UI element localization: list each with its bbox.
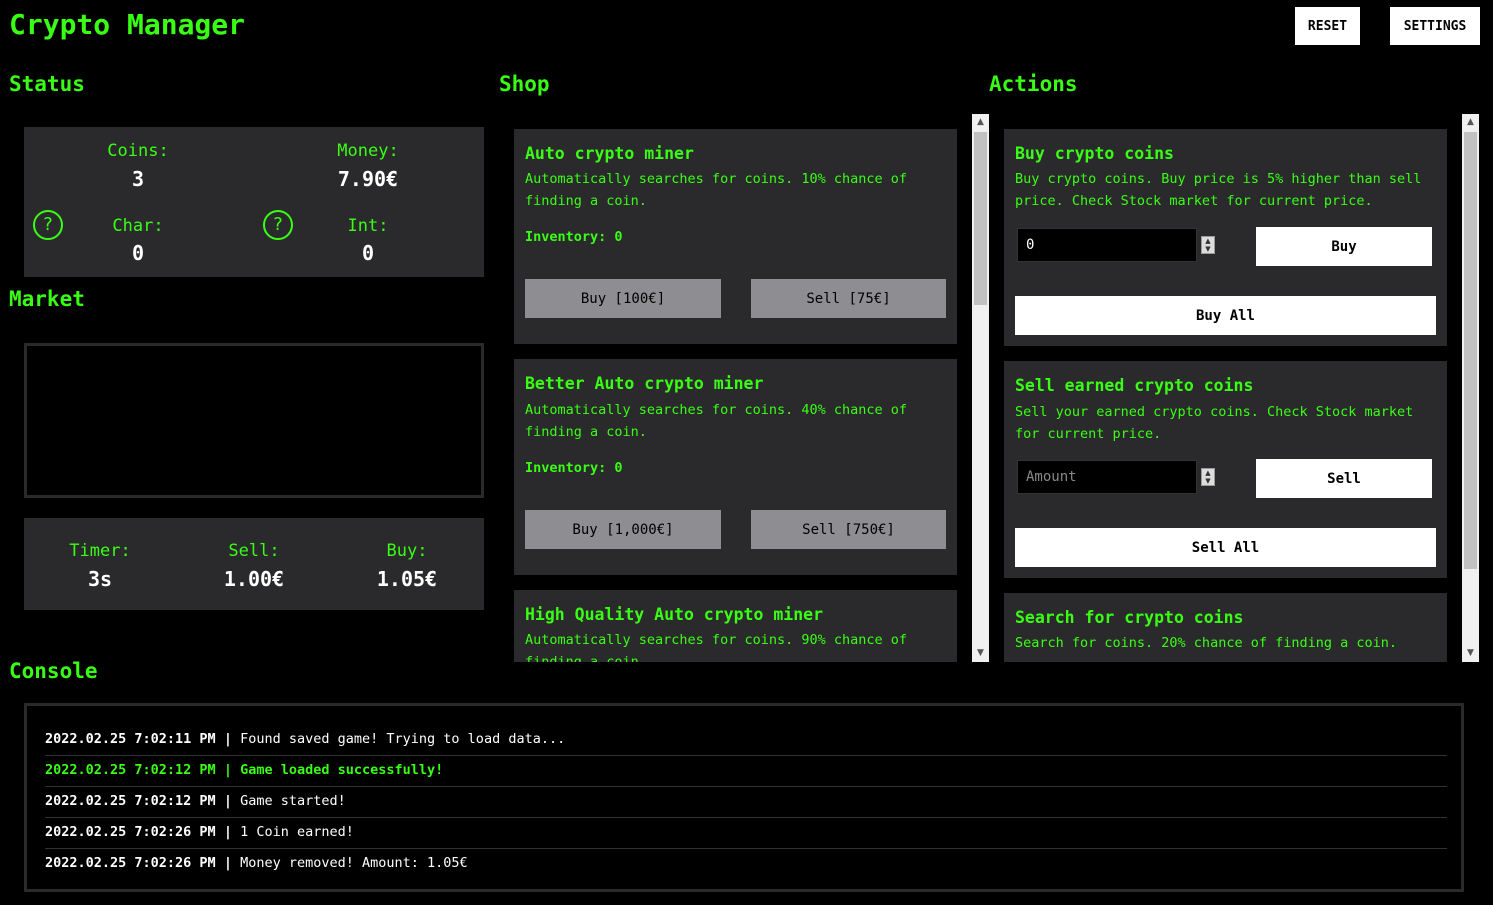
buy-button[interactable]: Buy [1256,227,1432,266]
money-value: 7.90€ [337,167,399,191]
coins-label: Coins: [107,141,169,161]
shop-item-better-miner: Better Auto crypto miner Automatically s… [514,359,957,575]
reset-button[interactable]: RESET [1295,7,1360,45]
console-log: 2022.02.25 7:02:11 PM | Found saved game… [24,703,1464,892]
shop-sell-button[interactable]: Sell [750€] [751,510,946,549]
shop-item-title: Auto crypto miner [525,144,694,163]
shop-buy-button[interactable]: Buy [1,000€] [525,510,721,549]
sell-coins-card: Sell earned crypto coins Sell your earne… [1004,361,1447,578]
log-message: 1 Coin earned! [240,824,354,840]
log-entry: 2022.02.25 7:02:11 PM | Found saved game… [45,724,1447,756]
log-timestamp: 2022.02.25 7:02:26 PM [45,855,216,871]
timer-label: Timer: [69,541,131,561]
sell-button[interactable]: Sell [1256,459,1432,498]
log-separator: | [223,824,232,840]
scroll-up-icon[interactable]: ▲ [972,114,989,131]
buy-price-label: Buy: [386,541,428,561]
scroll-down-icon[interactable]: ▼ [1462,645,1479,662]
action-title: Sell earned crypto coins [1015,376,1254,395]
timer-value: 3s [87,567,113,591]
log-timestamp: 2022.02.25 7:02:12 PM [45,762,216,778]
log-message: Found saved game! Trying to load data... [240,731,566,747]
buy-coins-card: Buy crypto coins Buy crypto coins. Buy p… [1004,129,1447,346]
log-separator: | [223,731,232,747]
log-timestamp: 2022.02.25 7:02:26 PM [45,824,216,840]
log-message: Money removed! Amount: 1.05€ [240,855,468,871]
money-label: Money: [337,141,399,161]
log-entry: 2022.02.25 7:02:12 PM | Game loaded succ… [45,755,1447,787]
search-coins-card: Search for crypto coins Search for coins… [1004,593,1447,662]
shop-item-inventory: Inventory: 0 [525,460,623,476]
char-value: 0 [131,241,145,265]
shop-heading: Shop [499,72,550,96]
int-value: 0 [361,241,375,265]
action-desc: Buy crypto coins. Buy price is 5% higher… [1015,171,1422,209]
log-message: Game loaded successfully! [240,762,444,778]
coins-value: 3 [131,167,145,191]
log-entry: 2022.02.25 7:02:12 PM | Game started! [45,786,1447,818]
market-chart-area [24,343,484,498]
action-title: Search for crypto coins [1015,608,1244,627]
log-separator: | [223,855,232,871]
shop-item-hq-miner: High Quality Auto crypto miner Automatic… [514,590,957,662]
actions-heading: Actions [989,72,1078,96]
buy-price-value: 1.05€ [376,567,438,591]
log-entry: 2022.02.25 7:02:26 PM | Money removed! A… [45,848,1447,879]
number-spinner-icon[interactable]: ▲ ▼ [1201,468,1215,486]
sell-amount-input[interactable] [1017,460,1197,494]
shop-scrollbar[interactable]: ▲ ▼ [972,114,989,662]
shop-item-desc: Automatically searches for coins. 10% ch… [525,171,908,209]
actions-scrollbar[interactable]: ▲ ▼ [1462,114,1479,662]
int-label: Int: [347,216,389,236]
shop-item-desc: Automatically searches for coins. 40% ch… [525,402,908,440]
shop-sell-button[interactable]: Sell [75€] [751,279,946,318]
actions-scroll-thumb[interactable] [1464,132,1477,569]
action-title: Buy crypto coins [1015,144,1174,163]
shop-scroll-thumb[interactable] [974,132,987,305]
sell-price-value: 1.00€ [223,567,285,591]
log-entry: 2022.02.25 7:02:26 PM | 1 Coin earned! [45,817,1447,849]
app-title: Crypto Manager [9,8,246,41]
buy-all-button[interactable]: Buy All [1015,296,1436,335]
console-heading: Console [9,659,98,683]
sell-all-button[interactable]: Sell All [1015,528,1436,567]
char-help-icon[interactable]: ? [33,210,63,240]
log-separator: | [223,762,232,778]
log-message: Game started! [240,793,346,809]
int-help-icon[interactable]: ? [263,210,293,240]
actions-list[interactable]: Buy crypto coins Buy crypto coins. Buy p… [1004,114,1447,662]
log-separator: | [223,793,232,809]
sell-price-label: Sell: [228,541,280,561]
shop-item-title: Better Auto crypto miner [525,374,764,393]
log-timestamp: 2022.02.25 7:02:11 PM [45,731,216,747]
action-desc: Search for coins. 20% chance of finding … [1015,635,1398,651]
shop-item-auto-miner: Auto crypto miner Automatically searches… [514,129,957,344]
settings-button[interactable]: SETTINGS [1390,7,1480,45]
shop-item-desc: Automatically searches for coins. 90% ch… [525,632,908,662]
market-heading: Market [9,287,85,311]
log-timestamp: 2022.02.25 7:02:12 PM [45,793,216,809]
shop-item-title: High Quality Auto crypto miner [525,605,824,624]
scroll-up-icon[interactable]: ▲ [1462,114,1479,131]
buy-amount-input[interactable] [1017,228,1197,262]
shop-item-inventory: Inventory: 0 [525,229,623,245]
status-panel: Coins: 3 Money: 7.90€ ? Char: 0 ? Int: 0 [24,127,484,277]
char-label: Char: [112,216,164,236]
shop-buy-button[interactable]: Buy [100€] [525,279,721,318]
market-panel: Timer: 3s Sell: 1.00€ Buy: 1.05€ [24,518,484,610]
number-spinner-icon[interactable]: ▲ ▼ [1201,236,1215,254]
shop-list[interactable]: Auto crypto miner Automatically searches… [514,114,957,662]
action-desc: Sell your earned crypto coins. Check Sto… [1015,404,1414,442]
scroll-down-icon[interactable]: ▼ [972,645,989,662]
status-heading: Status [9,72,85,96]
